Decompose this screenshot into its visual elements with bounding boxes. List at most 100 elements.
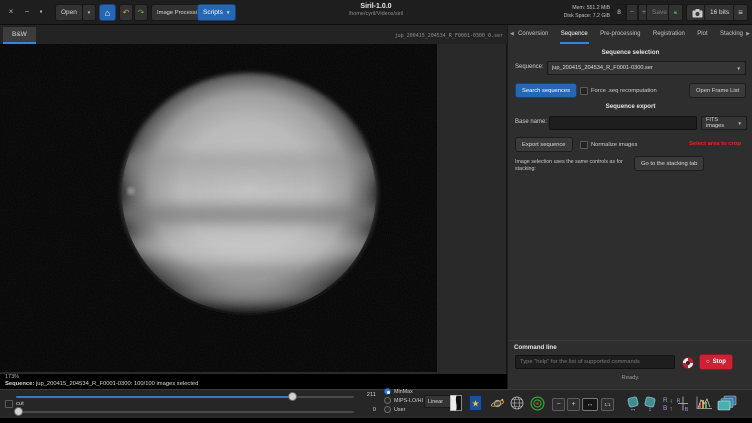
undo-button[interactable]: ↶: [119, 4, 133, 21]
base-name-input[interactable]: [549, 116, 697, 130]
lifebuoy-icon: [682, 357, 694, 369]
sequence-export-header: Sequence export: [508, 103, 752, 110]
command-input[interactable]: [515, 355, 675, 369]
hi-slider-handle[interactable]: [288, 392, 297, 401]
base-name-label: Base name:: [515, 119, 547, 125]
zoom-fit-button[interactable]: ↔: [582, 398, 598, 411]
sequence-selection-header: Sequence selection: [508, 49, 752, 56]
svg-text:↕: ↕: [648, 406, 651, 412]
disk-label: Disk Space: 7.2 GiB: [540, 12, 610, 20]
tab-sequence[interactable]: Sequence: [560, 25, 589, 44]
histogram-icon: [695, 395, 713, 411]
ready-status: Ready.: [508, 375, 752, 381]
false-color-button[interactable]: ★: [467, 392, 483, 414]
tab-scroll-right-icon[interactable]: ▶: [746, 31, 750, 37]
tab-stacking[interactable]: Stacking: [719, 25, 744, 44]
photometry-button[interactable]: [529, 392, 545, 414]
zoom-out-button[interactable]: −: [552, 398, 565, 411]
normalize-checkbox[interactable]: [580, 141, 588, 149]
display-mode-user[interactable]: User: [384, 406, 405, 413]
channel-align-button[interactable]: RB: [676, 392, 690, 414]
export-format-dropdown[interactable]: FITS images▼: [701, 116, 747, 130]
star-image-icon: ★: [469, 395, 482, 411]
svg-text:R: R: [677, 398, 681, 404]
close-icon[interactable]: ×: [6, 7, 16, 17]
mirror-x-icon: ↔: [625, 395, 641, 412]
mirror-y-button[interactable]: ↕: [642, 392, 658, 414]
export-sequence-button[interactable]: Export sequence: [515, 137, 573, 152]
export-image-button[interactable]: [668, 4, 683, 21]
tab-conversion[interactable]: Conversion: [517, 25, 549, 44]
svg-text:R: R: [663, 397, 668, 404]
tab-registration[interactable]: Registration: [652, 25, 686, 44]
negative-view-button[interactable]: [448, 392, 463, 414]
zoom-in-icon: +: [571, 401, 575, 408]
svg-text:↑: ↑: [669, 406, 672, 412]
jupiter-image: [0, 44, 437, 372]
redo-button[interactable]: ↷: [134, 4, 148, 21]
histogram-button[interactable]: [694, 392, 714, 414]
display-mode-mips[interactable]: MIPS-LO/HI: [384, 397, 423, 404]
app-title: Siril-1.0.0: [290, 3, 462, 10]
display-mode-minmax[interactable]: MinMax: [384, 388, 413, 395]
siril-window: × − ▪ Open ▼ ⌂ ↶ ↷ Image Processing▼ Scr…: [0, 0, 752, 423]
annotate-button[interactable]: [489, 392, 505, 414]
threads-spinbox: 8 − +: [612, 4, 650, 21]
sequence-status-label: Sequence:: [5, 381, 34, 387]
mirror-y-icon: ↕: [642, 395, 658, 412]
tab-pre-processing[interactable]: Pre-processing: [599, 25, 641, 44]
lo-slider-track[interactable]: [16, 411, 354, 413]
tab-bw[interactable]: B&W: [3, 27, 36, 44]
layers-icon: [717, 395, 737, 411]
celestial-grid-button[interactable]: [509, 392, 525, 414]
globe-icon: [510, 396, 524, 410]
stop-circle-icon: ○: [706, 359, 710, 365]
channels-dialog-button[interactable]: [716, 392, 738, 414]
go-to-stacking-button[interactable]: Go to the stacking tab: [634, 156, 704, 171]
one-to-one-icon: 1:1: [604, 402, 610, 407]
command-help-button[interactable]: [682, 356, 694, 374]
cut-checkbox[interactable]: [5, 400, 13, 408]
svg-text:B: B: [663, 405, 667, 412]
maximize-icon[interactable]: ▪: [36, 7, 46, 17]
force-recompute-checkbox[interactable]: [580, 87, 588, 95]
open-dropdown-button[interactable]: ▼: [82, 4, 96, 21]
search-sequences-button[interactable]: Search sequences: [515, 83, 577, 98]
sequence-status-text: jup_200415_204534_R_F0001-0300: 100/100 …: [34, 381, 198, 387]
scripts-button[interactable]: Scripts▼: [197, 4, 236, 21]
svg-text:★: ★: [471, 399, 479, 409]
right-panel: ◀ ▶ Conversion Sequence Pre-processing R…: [507, 25, 752, 389]
spin-minus-button[interactable]: −: [626, 4, 638, 21]
sequence-combo-label: Sequence:: [515, 64, 544, 70]
tab-plot[interactable]: Plot: [696, 25, 708, 44]
home-button[interactable]: ⌂: [99, 4, 116, 21]
minimize-icon[interactable]: −: [22, 7, 32, 17]
open-frame-list-button[interactable]: Open Frame List: [689, 83, 746, 98]
lo-slider-handle[interactable]: [14, 407, 23, 416]
crop-hint: Select area to crop: [689, 141, 741, 147]
zoom-in-button[interactable]: +: [567, 398, 580, 411]
svg-text:↔: ↔: [630, 406, 637, 412]
window-title: Siril-1.0.0 /home/cyril/Videos/siril: [290, 3, 462, 17]
threads-value[interactable]: 8: [612, 4, 626, 21]
zoom-level: 173%: [5, 374, 19, 380]
rgb-swap-icon: RB↓↑: [661, 395, 674, 412]
image-viewport[interactable]: [0, 44, 507, 374]
hamburger-icon: ≡: [738, 8, 743, 17]
svg-text:B: B: [685, 407, 689, 412]
channel-swap-button[interactable]: RB↓↑: [660, 392, 674, 414]
open-button[interactable]: Open: [55, 4, 83, 21]
camera-icon: [692, 8, 703, 18]
zoom-out-icon: −: [556, 401, 560, 408]
panel-tabs: Conversion Sequence Pre-processing Regis…: [517, 25, 744, 44]
zoom-one-button[interactable]: 1:1: [601, 398, 614, 411]
tab-scroll-left-icon[interactable]: ◀: [510, 31, 514, 37]
menu-button[interactable]: ≡: [733, 4, 748, 21]
command-line-header: Command line: [514, 344, 557, 351]
mirror-x-button[interactable]: ↔: [625, 392, 641, 414]
image-tab-bar: B&W jup_200415_204534_R_F0001-0300_0.ser: [0, 25, 507, 44]
sequence-combobox[interactable]: jup_200415_204534_R_F0001-0300.ser▼: [547, 61, 746, 75]
stop-button[interactable]: ○Stop: [699, 354, 733, 370]
sequence-status: Sequence: jup_200415_204534_R_F0001-0300…: [5, 381, 198, 387]
image-filename: jup_200415_204534_R_F0001-0300_0.ser: [395, 33, 503, 39]
